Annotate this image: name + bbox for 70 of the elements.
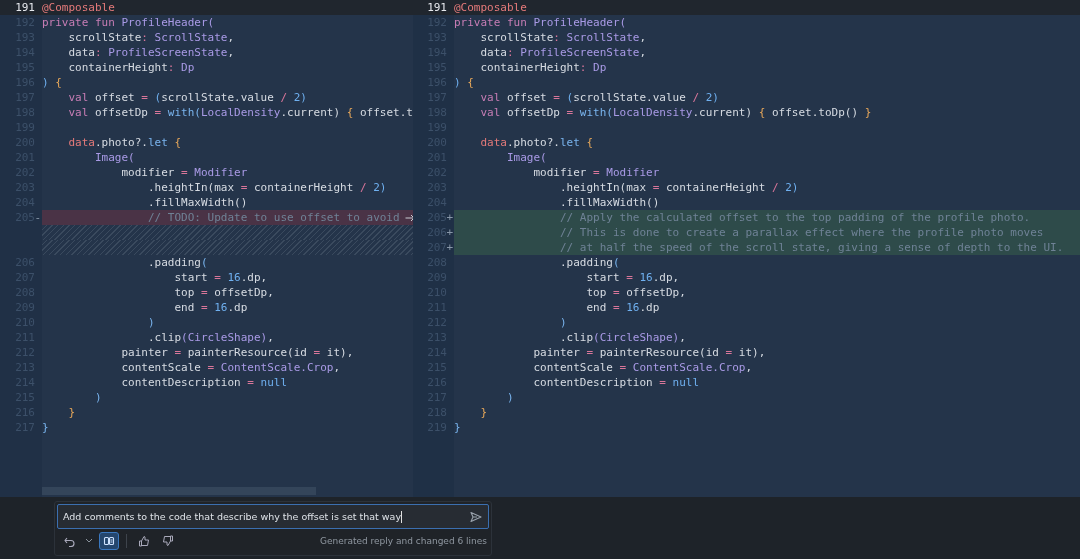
code-line: .fillMaxWidth(): [146, 195, 248, 210]
line-number: 191: [15, 0, 35, 15]
code-line: val offset = (scrollState.value / 2): [67, 90, 307, 105]
code-line: painter = painterResource(id = it),: [532, 345, 766, 360]
thumbs-up-icon: [138, 535, 150, 547]
code-line: val offset = (scrollState.value / 2): [479, 90, 719, 105]
code-line: containerHeight: Dp: [67, 60, 195, 75]
code-line: scrollState: ScrollState,: [67, 30, 235, 45]
split-view-button[interactable]: [99, 532, 119, 550]
code-line: data.photo?.let {: [479, 135, 594, 150]
code-line: val offsetDp = with(LocalDensity.current) { offset.t: [67, 105, 413, 120]
code-line: .clip(CircleShape),: [558, 330, 686, 345]
code-line: painter = painterResource(id = it),: [120, 345, 354, 360]
code-line: // This is done to create a parallax effect where the profile photo moves: [558, 225, 1044, 240]
code-line: .heightIn(max = containerHeight / 2): [146, 180, 387, 195]
undo-icon: [63, 535, 75, 547]
code-line: ) {: [42, 75, 62, 90]
code-line: data: ProfileScreenState,: [67, 45, 235, 60]
code-line: data.photo?.let {: [67, 135, 182, 150]
code-line: }: [67, 405, 76, 420]
code-line: top = offsetDp,: [173, 285, 274, 300]
code-line: end = 16.dp: [173, 300, 248, 315]
code-line: Image(: [93, 150, 135, 165]
code-line: ): [146, 315, 155, 330]
arrow-icon[interactable]: [405, 214, 413, 222]
code-line: contentDescription = null: [532, 375, 700, 390]
code-line: contentScale = ContentScale.Crop,: [532, 360, 753, 375]
code-line: @Composable: [454, 0, 527, 15]
prompt-text: Add comments to the code that describe why the offset is set that way: [63, 511, 402, 522]
code-line: start = 16.dp,: [585, 270, 680, 285]
code-line: @Composable: [42, 0, 115, 15]
code-line: .clip(CircleShape),: [146, 330, 274, 345]
diff-marker: -: [34, 210, 41, 225]
code-line: Image(: [505, 150, 547, 165]
code-line: scrollState: ScrollState,: [479, 30, 647, 45]
code-line: val offsetDp = with(LocalDensity.current) { offset.toDp() }: [479, 105, 872, 120]
send-icon[interactable]: [470, 510, 482, 523]
line-number: 191: [427, 0, 447, 15]
code-line: modifier = Modifier: [532, 165, 660, 180]
code-line: }: [42, 420, 49, 435]
code-line: // at half the speed of the scroll state, giving a sense of depth to the UI.: [558, 240, 1064, 255]
code-line: }: [454, 420, 461, 435]
code-line: private fun ProfileHeader(: [454, 15, 627, 30]
code-line: end = 16.dp: [585, 300, 660, 315]
code-line: ): [505, 390, 514, 405]
split-view-icon: [103, 535, 115, 547]
code-line: .fillMaxWidth(): [558, 195, 660, 210]
diff-marker: +: [446, 210, 453, 225]
code-line: ): [558, 315, 567, 330]
code-line: containerHeight: Dp: [479, 60, 607, 75]
code-line: // Apply the calculated offset to the top padding of the profile photo.: [558, 210, 1031, 225]
thumbs-down-icon: [162, 535, 174, 547]
status-text: Generated reply and changed 6 lines: [319, 536, 488, 546]
code-line: contentDescription = null: [120, 375, 288, 390]
code-line: data: ProfileScreenState,: [479, 45, 647, 60]
code-line: contentScale = ContentScale.Crop,: [120, 360, 341, 375]
code-line: ) {: [454, 75, 474, 90]
prompt-field[interactable]: Add comments to the code that describe why the offset is set that way: [57, 504, 489, 529]
code-line: start = 16.dp,: [173, 270, 268, 285]
code-line: modifier = Modifier: [120, 165, 248, 180]
code-line: private fun ProfileHeader(: [42, 15, 215, 30]
diff-marker: +: [446, 225, 453, 240]
diff-marker: +: [446, 240, 453, 255]
code-line: .padding(: [146, 255, 208, 270]
code-line: .padding(: [558, 255, 620, 270]
code-line: ): [93, 390, 102, 405]
code-line: }: [479, 405, 488, 420]
code-line: top = offsetDp,: [585, 285, 686, 300]
code-line: .heightIn(max = containerHeight / 2): [558, 180, 799, 195]
code-line: // TODO: Update to use offset to avoid: [146, 210, 400, 225]
